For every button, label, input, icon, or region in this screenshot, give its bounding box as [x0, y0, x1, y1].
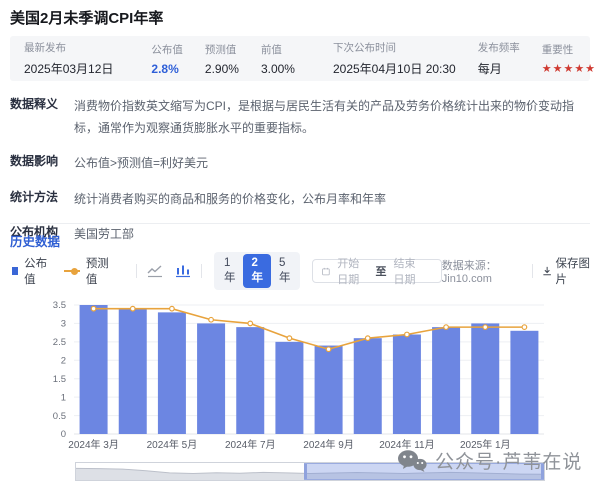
wechat-icon — [397, 449, 427, 473]
history-chart[interactable]: 0 0.5 1 1.5 2 2.5 3 3.5 2024年 3月 2024年 5月 2024年 7月… — [0, 293, 600, 455]
detail-row-agency: 公布机构 美国劳工部 — [10, 223, 590, 245]
svg-text:0.5: 0.5 — [53, 411, 66, 422]
svg-text:2024年 9月: 2024年 9月 — [303, 438, 354, 451]
detail-label: 数据释义 — [10, 95, 60, 139]
svg-text:2.5: 2.5 — [53, 337, 66, 348]
range-button-group: 1年 2年 5年 — [214, 252, 301, 290]
frequency: 发布频率 每月 — [478, 40, 520, 77]
detail-text: 美国劳工部 — [74, 223, 590, 245]
detail-label: 统计方法 — [10, 188, 60, 210]
indicator-detail-page: 美国2月未季调CPI年率 最新发布 2025年03月12日 公布值 2.8% 预… — [0, 0, 600, 491]
detail-label: 数据影响 — [10, 152, 60, 174]
previous-value: 前值 3.00% — [261, 42, 295, 76]
divider — [532, 264, 533, 278]
legend-forecast[interactable]: 预测值 — [64, 255, 112, 287]
watermark-text: 公众号·芦苇在说 — [435, 447, 582, 474]
detail-row-impact: 数据影响 公布值>预测值=利好美元 — [10, 152, 590, 174]
datazoom-handle-left[interactable] — [304, 464, 307, 479]
divider — [136, 264, 137, 278]
svg-text:2024年 5月: 2024年 5月 — [147, 438, 198, 451]
end-date-input[interactable]: 结束日期 — [394, 255, 425, 287]
importance-stars: ★★★★★ — [542, 62, 596, 75]
chart-toolbar: 公布值 预测值 1年 2年 5年 — [12, 258, 590, 284]
previous-number: 3.00% — [261, 62, 295, 76]
next-release-label: 下次公布时间 — [333, 40, 456, 55]
page-title: 美国2月未季调CPI年率 — [10, 7, 163, 28]
bar-chart-icon[interactable] — [175, 264, 191, 278]
svg-text:1.5: 1.5 — [53, 374, 66, 385]
published-number: 2.8% — [151, 62, 183, 76]
date-range-picker[interactable]: 开始日期 至 结束日期 — [312, 259, 441, 283]
toolbar-right: 数据来源：Jin10.com 保存图片 — [442, 255, 590, 287]
svg-text:2024年 7月: 2024年 7月 — [225, 438, 276, 451]
range-button-1y[interactable]: 1年 — [216, 254, 244, 288]
published-value: 公布值 2.8% — [151, 42, 183, 76]
detail-text: 统计消费者购买的商品和服务的价格变化，公布月率和年率 — [74, 188, 590, 210]
forecast-number: 2.90% — [205, 62, 239, 76]
forecast-value: 预测值 2.90% — [205, 42, 239, 76]
svg-text:0: 0 — [61, 429, 66, 440]
history-section-title: 历史数据 — [10, 231, 60, 250]
save-image-label: 保存图片 — [555, 255, 590, 287]
detail-section: 数据释义 消费物价指数英文缩写为CPI，是根据与居民生活有关的产品及劳务价格统计… — [10, 95, 590, 258]
importance: 重要性 ★★★★★ — [542, 42, 596, 75]
range-button-2y[interactable]: 2年 — [243, 254, 271, 288]
next-release: 下次公布时间 2025年04月10日 20:30 — [333, 40, 456, 77]
legend-square-icon — [12, 267, 18, 275]
watermark: 公众号·芦苇在说 — [397, 447, 582, 474]
svg-text:1: 1 — [61, 392, 66, 403]
published-label: 公布值 — [151, 42, 183, 57]
latest-release: 最新发布 2025年03月12日 — [24, 40, 113, 77]
detail-row-definition: 数据释义 消费物价指数英文缩写为CPI，是根据与居民生活有关的产品及劳务价格统计… — [10, 95, 590, 139]
frequency-value: 每月 — [478, 60, 520, 77]
legend-line-dot-icon — [64, 270, 79, 272]
detail-row-method: 统计方法 统计消费者购买的商品和服务的价格变化，公布月率和年率 — [10, 188, 590, 210]
summary-bar: 最新发布 2025年03月12日 公布值 2.8% 预测值 2.90% 前值 3… — [10, 36, 590, 81]
download-icon — [543, 265, 551, 277]
start-date-input[interactable]: 开始日期 — [337, 255, 368, 287]
line-chart-icon[interactable] — [147, 264, 163, 278]
chart-type-switch — [147, 264, 191, 278]
importance-label: 重要性 — [542, 42, 596, 57]
forecast-label: 预测值 — [205, 42, 239, 57]
svg-text:3.5: 3.5 — [53, 300, 66, 311]
legend-forecast-label: 预测值 — [86, 255, 113, 287]
detail-text: 公布值>预测值=利好美元 — [74, 152, 590, 174]
date-separator: 至 — [376, 263, 387, 279]
data-source: 数据来源：Jin10.com — [442, 257, 523, 285]
svg-text:2024年 3月: 2024年 3月 — [68, 438, 119, 451]
previous-label: 前值 — [261, 42, 295, 57]
save-image-button[interactable]: 保存图片 — [543, 255, 590, 287]
next-release-value: 2025年04月10日 20:30 — [333, 60, 456, 77]
calendar-icon — [322, 266, 330, 277]
latest-release-label: 最新发布 — [24, 40, 113, 55]
section-divider — [10, 223, 590, 224]
range-button-5y[interactable]: 5年 — [271, 254, 299, 288]
frequency-label: 发布频率 — [478, 40, 520, 55]
legend-published[interactable]: 公布值 — [12, 255, 50, 287]
svg-text:3: 3 — [61, 319, 66, 330]
svg-text:2: 2 — [61, 355, 66, 366]
divider — [201, 264, 202, 278]
latest-release-value: 2025年03月12日 — [24, 60, 113, 77]
detail-text: 消费物价指数英文缩写为CPI，是根据与居民生活有关的产品及劳务价格统计出来的物价… — [74, 95, 590, 139]
legend-published-label: 公布值 — [24, 255, 50, 287]
